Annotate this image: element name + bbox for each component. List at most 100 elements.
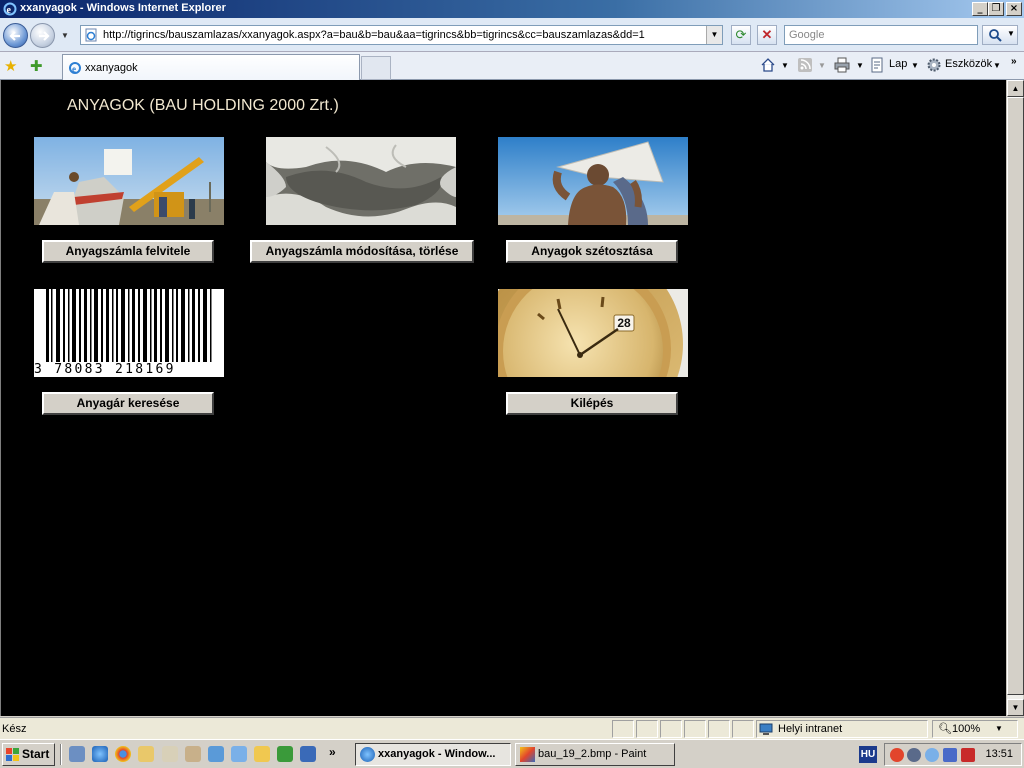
tab-bar: ★ ✚ e xxanyagok ▼ ▼ ▼ Lap ▼ Eszközök ▼ » (0, 52, 1024, 80)
material-price-search-button[interactable]: Anyagár keresése (42, 392, 214, 415)
vertical-scrollbar[interactable]: ▲ ▼ (1006, 80, 1024, 716)
taskbar-ie-icon (360, 747, 375, 762)
man-carrying-sack-image (498, 137, 688, 225)
add-favorites-icon[interactable]: ✚ (30, 57, 43, 75)
favorites-star-icon[interactable]: ★ (4, 57, 17, 75)
status-text: Kész (2, 723, 27, 735)
taskbar-item-label: xxanyagok - Window... (378, 748, 496, 760)
quicklaunch-network-icon[interactable] (300, 746, 316, 762)
page-title: ANYAGOK (BAU HOLDING 2000 Zrt.) (67, 97, 339, 114)
search-options-icon[interactable]: ▼ (1007, 29, 1015, 38)
forward-arrow-icon (39, 31, 50, 41)
recent-pages-dropdown-icon[interactable]: ▼ (61, 31, 69, 40)
windows-logo-icon (6, 748, 19, 761)
construction-site-image (34, 137, 224, 225)
page-menu-icon[interactable] (869, 57, 885, 73)
intranet-zone-icon (759, 723, 773, 735)
tray-antivirus-icon[interactable] (890, 748, 904, 762)
taskbar: Start » xxanyagok - Window... bau_19_2.b… (0, 739, 1024, 768)
quicklaunch-pen-icon[interactable] (231, 746, 247, 762)
zoom-icon: 🔍︎ (938, 723, 952, 735)
tray-safely-remove-icon[interactable] (925, 748, 939, 762)
quicklaunch-scissors-icon[interactable] (185, 746, 201, 762)
distribute-materials-button[interactable]: Anyagok szétosztása (506, 240, 678, 263)
quicklaunch-tools-icon[interactable] (162, 746, 178, 762)
home-icon[interactable] (760, 57, 776, 73)
back-button[interactable] (3, 23, 28, 48)
quicklaunch-folder-icon[interactable] (138, 746, 154, 762)
svg-text:e: e (7, 5, 12, 16)
tray-network-icon[interactable] (907, 748, 921, 762)
clock[interactable]: 13:51 (985, 748, 1013, 760)
quicklaunch-chrome-icon[interactable] (115, 746, 131, 762)
scroll-thumb[interactable] (1007, 97, 1024, 695)
taskbar-divider (60, 744, 62, 765)
language-indicator[interactable]: HU (859, 746, 877, 763)
search-box[interactable]: Google (784, 25, 978, 45)
start-button[interactable]: Start (2, 743, 55, 766)
search-button[interactable]: ▼ (982, 25, 1018, 45)
tray-shield-icon[interactable] (961, 748, 975, 762)
status-panel (660, 720, 682, 738)
refresh-button[interactable]: ⟳ (731, 25, 751, 45)
tools-gear-icon[interactable] (926, 57, 942, 73)
search-icon (989, 29, 1002, 42)
page-icon (85, 28, 97, 42)
address-bar[interactable]: http://tigrincs/bauszamlazas/xxanyagok.a… (80, 25, 723, 45)
svg-text:e: e (72, 64, 76, 74)
restore-button[interactable]: ❐ (988, 2, 1004, 16)
taskbar-paint-icon (520, 747, 535, 762)
stop-button[interactable]: ✕ (757, 25, 777, 45)
new-tab-button[interactable] (361, 56, 391, 80)
scroll-up-icon[interactable]: ▲ (1007, 80, 1024, 97)
page-menu-dropdown-icon[interactable]: ▼ (911, 61, 919, 70)
add-material-invoice-button[interactable]: Anyagszámla felvitele (42, 240, 214, 263)
print-icon[interactable] (834, 57, 850, 73)
quicklaunch-desktop-icon[interactable] (69, 746, 85, 762)
quicklaunch-explorer-icon[interactable] (254, 746, 270, 762)
start-label: Start (22, 747, 50, 761)
forward-button[interactable] (30, 23, 55, 48)
page-menu-label[interactable]: Lap (889, 58, 907, 70)
zoom-level[interactable]: 100% (952, 723, 980, 735)
system-tray: 13:51 (884, 743, 1022, 766)
close-window-button[interactable]: × (1006, 2, 1022, 16)
navigation-bar: ▼ http://tigrincs/bauszamlazas/xxanyagok… (0, 18, 1024, 52)
edit-delete-material-invoice-button[interactable]: Anyagszámla módosítása, törlése (250, 240, 474, 263)
zoom-dropdown-icon[interactable]: ▼ (995, 724, 1003, 733)
tools-menu-label[interactable]: Eszközök (945, 58, 992, 70)
quicklaunch-ie-icon[interactable] (92, 746, 108, 762)
feeds-dropdown-icon[interactable]: ▼ (818, 61, 826, 70)
tab-page-icon: e (69, 62, 81, 74)
status-panel (732, 720, 754, 738)
barcode-digits: 3 78083 218169 (34, 362, 224, 377)
chevron-more-icon[interactable]: » (1011, 56, 1017, 67)
taskbar-item-paint[interactable]: bau_19_2.bmp - Paint (515, 743, 675, 766)
tools-dropdown-icon[interactable]: ▼ (993, 61, 1001, 70)
white-sack-image (266, 137, 456, 225)
scroll-down-icon[interactable]: ▼ (1007, 699, 1024, 716)
search-placeholder: Google (789, 29, 825, 41)
home-dropdown-icon[interactable]: ▼ (781, 61, 789, 70)
status-bar: Kész Helyi intranet 🔍︎ 100% ▼ (0, 717, 1024, 739)
window-titlebar: e xxanyagok - Windows Internet Explorer … (0, 0, 1024, 18)
status-panel (708, 720, 730, 738)
minimize-button[interactable]: _ (972, 2, 988, 16)
feeds-icon[interactable] (797, 57, 813, 73)
tray-display-icon[interactable] (943, 748, 957, 762)
address-dropdown-icon[interactable]: ▼ (706, 26, 722, 44)
status-panel (612, 720, 634, 738)
tab-xxanyagok[interactable]: e xxanyagok (62, 54, 360, 80)
quicklaunch-more-icon[interactable]: » (329, 745, 336, 759)
window-title: xxanyagok - Windows Internet Explorer (20, 2, 226, 14)
status-panel (636, 720, 658, 738)
address-url[interactable]: http://tigrincs/bauszamlazas/xxanyagok.a… (103, 29, 645, 41)
status-panel (684, 720, 706, 738)
print-dropdown-icon[interactable]: ▼ (856, 61, 864, 70)
watch-face-image: 28 (498, 289, 688, 377)
quicklaunch-app-icon[interactable] (277, 746, 293, 762)
barcode-image: 3 78083 218169 (34, 289, 224, 377)
exit-button[interactable]: Kilépés (506, 392, 678, 415)
taskbar-item-ie[interactable]: xxanyagok - Window... (355, 743, 511, 766)
quicklaunch-image-icon[interactable] (208, 746, 224, 762)
